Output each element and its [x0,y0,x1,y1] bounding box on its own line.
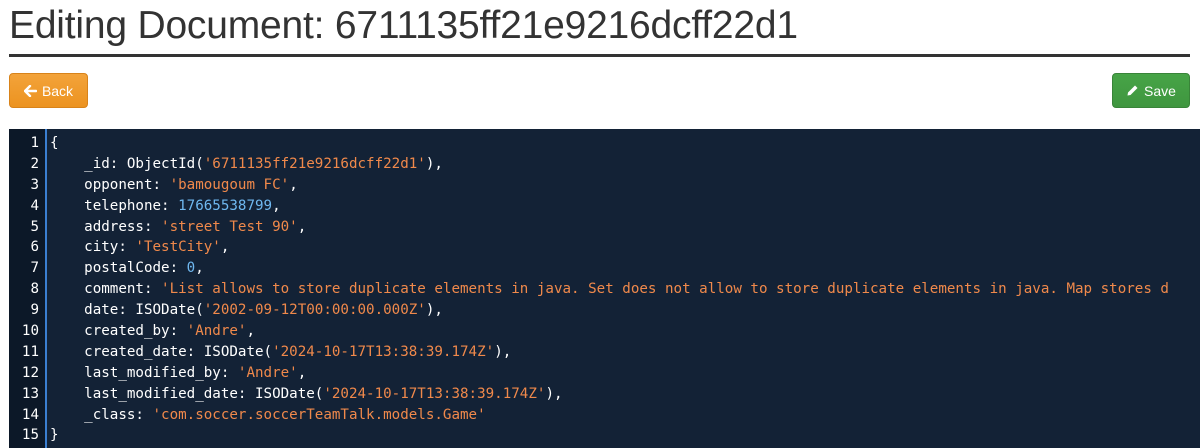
code-token: opponent: [50,176,170,193]
code-text[interactable]: date: ISODate('2002-09-12T00:00:00.000Z'… [50,300,443,321]
code-text[interactable]: city: 'TestCity', [50,237,229,258]
code-token: city: [50,239,136,256]
code-line[interactable]: 10 created_by: 'Andre', [9,321,1200,342]
code-text[interactable]: created_date: ISODate('2024-10-17T13:38:… [50,342,511,363]
line-number: 13 [21,385,39,402]
code-token: date: ISODate( [50,302,204,319]
code-line[interactable]: 2 _id: ObjectId('6711135ff21e9216dcff22d… [9,154,1200,175]
line-number: 11 [21,343,39,360]
code-text[interactable]: _id: ObjectId('6711135ff21e9216dcff22d1'… [50,154,443,175]
line-number: 12 [21,364,39,381]
code-lines[interactable]: 1{2 _id: ObjectId('6711135ff21e9216dcff2… [9,133,1200,446]
line-number: 2 [30,155,39,172]
code-text[interactable]: { [50,133,59,154]
code-token: , [272,197,281,214]
code-line[interactable]: 14 _class: 'com.soccer.soccerTeamTalk.mo… [9,405,1200,426]
code-token: created_by: [50,323,187,340]
string-token: '2024-10-17T13:38:39.174Z' [323,385,546,402]
string-token: 'Andre' [237,364,298,381]
code-token: , [246,323,256,340]
line-number: 8 [30,281,39,298]
back-button-label: Back [41,82,74,99]
arrow-left-icon [23,84,37,97]
code-line[interactable]: 15} [9,425,1200,446]
line-number: 3 [30,176,39,193]
line-number: 15 [21,427,39,444]
code-line[interactable]: 5 address: 'street Test 90', [9,217,1200,238]
line-number: 4 [30,197,39,214]
back-button[interactable]: Back [9,73,88,108]
code-token: _class: [50,406,153,423]
number-token: 0 [186,260,196,277]
code-token: , [297,364,307,381]
code-token: ), [425,155,443,172]
code-token: } [50,427,59,444]
code-text[interactable]: address: 'street Test 90', [50,217,306,238]
code-line[interactable]: 12 last_modified_by: 'Andre', [9,363,1200,384]
code-token: ), [545,385,563,402]
code-line[interactable]: 3 opponent: 'bamougoum FC', [9,175,1200,196]
code-line[interactable]: 7 postalCode: 0, [9,258,1200,279]
code-editor[interactable]: 1{2 _id: ObjectId('6711135ff21e9216dcff2… [9,129,1200,448]
code-token: address: [50,218,162,235]
string-token: 'TestCity' [135,239,221,256]
code-line[interactable]: 6 city: 'TestCity', [9,237,1200,258]
line-number: 9 [30,302,39,319]
code-token: , [289,176,298,193]
code-token: created_date: ISODate( [50,343,273,360]
string-token: 'bamougoum FC' [169,176,290,193]
code-text[interactable]: _class: 'com.soccer.soccerTeamTalk.model… [50,405,486,426]
code-text[interactable]: } [50,425,59,446]
string-token: '2024-10-17T13:38:39.174Z' [272,343,495,360]
code-token: , [297,218,307,235]
string-token: '6711135ff21e9216dcff22d1' [203,155,426,172]
code-token: last_modified_date: ISODate( [50,385,324,402]
code-line[interactable]: 11 created_date: ISODate('2024-10-17T13:… [9,342,1200,363]
number-token: 17665538799 [178,197,273,214]
string-token: 'Andre' [186,323,247,340]
string-token: 'com.soccer.soccerTeamTalk.models.Game' [152,406,486,423]
code-token: _id: ObjectId( [50,155,204,172]
code-text[interactable]: created_by: 'Andre', [50,321,255,342]
page-title: Editing Document: 6711135ff21e9216dcff22… [9,4,798,47]
code-line[interactable]: 13 last_modified_date: ISODate('2024-10-… [9,384,1200,405]
line-number: 14 [21,406,39,423]
string-token: '2002-09-12T00:00:00.000Z' [203,302,426,319]
line-number: 7 [30,260,39,277]
code-token: , [195,260,204,277]
string-token: 'List allows to store duplicate elements… [161,281,1169,298]
code-token: postalCode: [50,260,187,277]
code-token: comment: [50,281,162,298]
code-token: { [50,135,59,151]
code-text[interactable]: postalCode: 0, [50,258,204,279]
code-line[interactable]: 9 date: ISODate('2002-09-12T00:00:00.000… [9,300,1200,321]
code-token: ), [494,343,512,360]
code-line[interactable]: 8 comment: 'List allows to store duplica… [9,279,1200,300]
save-button-label: Save [1144,82,1176,99]
code-token: , [220,239,230,256]
code-text[interactable]: opponent: 'bamougoum FC', [50,175,298,196]
line-number: 10 [21,323,39,340]
code-token: ), [425,302,443,319]
line-number: 1 [30,135,39,151]
code-token: telephone: [50,197,179,214]
code-text[interactable]: comment: 'List allows to store duplicate… [50,279,1169,300]
code-token: last_modified_by: [50,364,238,381]
title-divider [9,54,1190,57]
code-line[interactable]: 4 telephone: 17665538799, [9,196,1200,217]
save-button[interactable]: Save [1112,73,1190,108]
line-number: 5 [30,218,39,235]
pencil-icon [1126,84,1139,97]
code-text[interactable]: last_modified_by: 'Andre', [50,363,306,384]
string-token: 'street Test 90' [161,218,298,235]
line-number: 6 [30,239,39,256]
code-text[interactable]: telephone: 17665538799, [50,196,281,217]
code-text[interactable]: last_modified_date: ISODate('2024-10-17T… [50,384,563,405]
code-line[interactable]: 1{ [9,133,1200,154]
